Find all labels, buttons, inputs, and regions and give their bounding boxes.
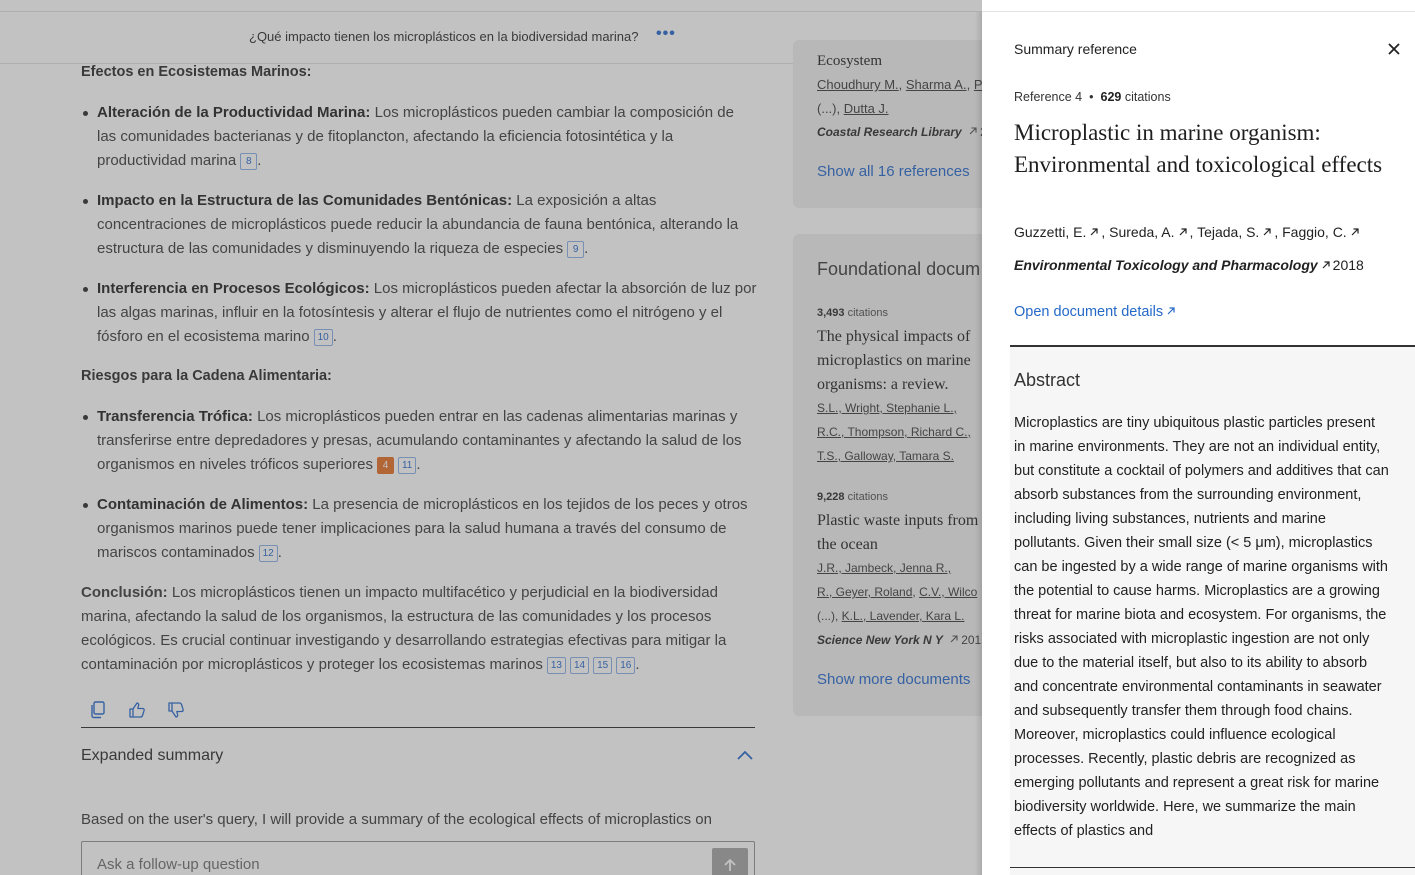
external-link-icon <box>1322 261 1330 269</box>
publication-year: 2018 <box>1332 257 1364 273</box>
panel-header: Summary reference <box>1014 41 1137 57</box>
journal-link[interactable]: Environmental Toxicology and Pharmacolog… <box>1014 257 1318 273</box>
divider <box>1010 867 1415 868</box>
external-link-icon <box>1179 228 1187 236</box>
author-link[interactable]: Guzzetti, E. <box>1014 224 1086 240</box>
modal-overlay[interactable] <box>0 0 982 875</box>
author-link[interactable]: Faggio, C. <box>1282 224 1347 240</box>
author-link[interactable]: Sureda, A. <box>1109 224 1174 240</box>
external-link-icon <box>1167 307 1175 315</box>
summary-reference-panel: Summary reference Reference 4 • 629 citati… <box>982 12 1415 875</box>
external-link-icon <box>1351 228 1359 236</box>
open-document-details-link[interactable]: Open document details <box>1014 304 1178 320</box>
abstract-heading: Abstract <box>1014 370 1081 390</box>
citations-label: citations <box>1124 90 1171 104</box>
citations-count: 629 <box>1100 90 1122 104</box>
journal-info: Environmental Toxicology and Pharmacolog… <box>1014 257 1364 273</box>
author-link[interactable]: Tejada, S. <box>1197 224 1259 240</box>
open-details-label: Open document details <box>1014 304 1164 320</box>
abstract-text: Microplastics are tiny ubiquitous plasti… <box>1014 415 1389 839</box>
document-title: Microplastic in marine organism: Environ… <box>1014 120 1383 177</box>
reference-meta: Reference 4 • 629 citations <box>1014 90 1171 104</box>
external-link-icon <box>1090 228 1098 236</box>
external-link-icon <box>1263 228 1271 236</box>
panel-shadow <box>975 12 982 875</box>
author-list: Guzzetti, E., Sureda, A., Tejada, S., Fa… <box>1014 224 1362 240</box>
reference-number: Reference 4 <box>1014 90 1083 104</box>
close-icon[interactable] <box>1386 41 1402 57</box>
